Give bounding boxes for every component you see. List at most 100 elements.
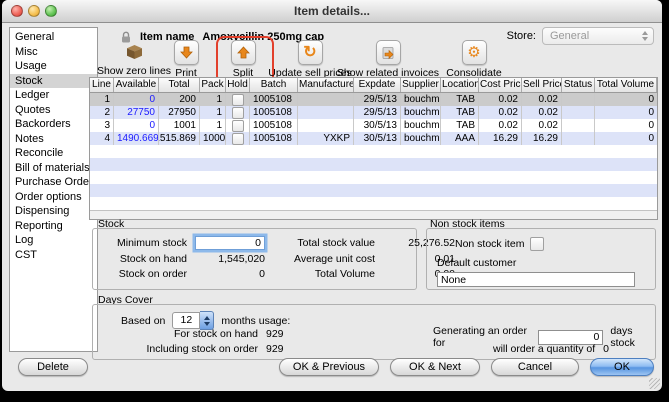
cell-manufacturer: YXKP bbox=[298, 132, 354, 145]
non-stock-item-label: Non stock item bbox=[455, 238, 524, 250]
including-stock-on-order-value: 929 bbox=[266, 343, 284, 355]
empty-row bbox=[90, 184, 657, 197]
window-title: Item details... bbox=[2, 0, 662, 22]
cell-batch: 1005108 bbox=[250, 93, 298, 106]
ok-button[interactable]: OK bbox=[590, 358, 654, 376]
sidebar-item-misc[interactable]: Misc bbox=[10, 45, 97, 60]
cell-batch: 1005108 bbox=[250, 106, 298, 119]
col-header-pack[interactable]: Pack bbox=[200, 78, 226, 92]
col-header-expdate[interactable]: Expdate bbox=[354, 78, 401, 92]
sidebar-item-cst[interactable]: CST bbox=[10, 248, 97, 263]
minimize-button[interactable] bbox=[28, 5, 40, 17]
tool-consolidate[interactable]: ⚙ Consolidate bbox=[434, 40, 514, 79]
col-header-available[interactable]: Available bbox=[114, 78, 159, 92]
resize-grip[interactable] bbox=[649, 378, 660, 389]
cell-manufacturer bbox=[298, 106, 354, 119]
default-customer-input[interactable] bbox=[437, 272, 635, 287]
table-row[interactable]: 3 0 1001 1 1005108 30/5/13 bouchm TAB 0.… bbox=[90, 119, 657, 132]
sidebar-item-notes[interactable]: Notes bbox=[10, 132, 97, 147]
col-header-total-volume[interactable]: Total Volume bbox=[595, 78, 657, 92]
cell-supplier: bouchm bbox=[401, 93, 441, 106]
ok-next-button[interactable]: OK & Next bbox=[390, 358, 480, 376]
refresh-icon: ↻ bbox=[298, 40, 323, 65]
sidebar-item-reconcile[interactable]: Reconcile bbox=[10, 146, 97, 161]
table-header-row: Line Available Total Pack Hold Batch Man… bbox=[90, 78, 657, 93]
box-icon bbox=[123, 40, 146, 63]
cell-pack: 1 bbox=[200, 106, 226, 119]
gear-icon: ⚙ bbox=[462, 40, 487, 65]
col-header-hold[interactable]: Hold bbox=[226, 78, 250, 92]
col-header-total[interactable]: Total bbox=[159, 78, 200, 92]
sidebar-item-quotes[interactable]: Quotes bbox=[10, 103, 97, 118]
stock-section-box: Minimum stock Total stock value 25,276.5… bbox=[92, 228, 417, 290]
sidebar-item-dispensing[interactable]: Dispensing bbox=[10, 204, 97, 219]
table-row[interactable]: 2 27750 27950 1 1005108 29/5/13 bouchm T… bbox=[90, 106, 657, 119]
zoom-button[interactable] bbox=[45, 5, 57, 17]
table-row[interactable]: 1 0 200 1 1005108 29/5/13 bouchm TAB 0.0… bbox=[90, 93, 657, 106]
cell-line: 4 bbox=[90, 132, 114, 145]
for-stock-on-hand-label: For stock on hand bbox=[93, 328, 258, 340]
cell-sell-price: 16.29 bbox=[522, 132, 562, 145]
sidebar-item-log[interactable]: Log bbox=[10, 233, 97, 248]
cell-pack: 1 bbox=[200, 93, 226, 106]
will-order-quantity-value: 0 bbox=[603, 343, 609, 355]
ok-previous-button[interactable]: OK & Previous bbox=[279, 358, 379, 376]
stock-on-hand-label: Stock on hand bbox=[101, 253, 187, 265]
col-header-sell-price[interactable]: Sell Price bbox=[522, 78, 562, 92]
sidebar-item-bill-of-materials[interactable]: Bill of materials bbox=[10, 161, 97, 176]
hold-checkbox[interactable] bbox=[232, 120, 244, 132]
close-button[interactable] bbox=[11, 5, 23, 17]
hold-checkbox[interactable] bbox=[232, 94, 244, 106]
tool-print[interactable]: Print bbox=[158, 40, 214, 79]
tool-show-related-invoices[interactable]: Show related invoices bbox=[329, 40, 447, 79]
days-cover-section-box: Based on 12 months usage: For stock on h… bbox=[92, 304, 656, 360]
sidebar-item-stock[interactable]: Stock bbox=[10, 74, 97, 89]
cell-cost-price: 0.02 bbox=[479, 119, 522, 132]
col-header-manufacturer[interactable]: Manufacturer bbox=[298, 78, 354, 92]
minimum-stock-input[interactable] bbox=[195, 236, 265, 250]
title-bar[interactable]: Item details... bbox=[2, 0, 662, 23]
sidebar-item-usage[interactable]: Usage bbox=[10, 59, 97, 74]
sidebar-item-ledger[interactable]: Ledger bbox=[10, 88, 97, 103]
col-header-batch[interactable]: Batch bbox=[250, 78, 298, 92]
sidebar-item-purchase-orders[interactable]: Purchase Orders bbox=[10, 175, 97, 190]
cell-cost-price: 0.02 bbox=[479, 106, 522, 119]
total-volume-label: Total Volume bbox=[273, 268, 375, 280]
including-stock-on-order-label: Including stock on order bbox=[93, 343, 258, 355]
cell-location: TAB bbox=[441, 106, 479, 119]
col-header-status[interactable]: Status bbox=[562, 78, 595, 92]
cell-total-volume: 0 bbox=[595, 93, 657, 106]
sidebar-item-general[interactable]: General bbox=[10, 30, 97, 45]
delete-button[interactable]: Delete bbox=[18, 358, 88, 376]
store-select[interactable]: General bbox=[542, 27, 654, 45]
hold-checkbox[interactable] bbox=[232, 107, 244, 119]
cell-hold bbox=[226, 106, 250, 119]
non-stock-item-checkbox[interactable] bbox=[530, 237, 544, 251]
cell-sell-price: 0.02 bbox=[522, 106, 562, 119]
cell-available: 0 bbox=[114, 93, 159, 106]
hold-checkbox[interactable] bbox=[232, 133, 244, 145]
cell-expdate: 30/5/13 bbox=[354, 119, 401, 132]
empty-row bbox=[90, 171, 657, 184]
cell-available: 1490.669 bbox=[114, 132, 159, 145]
table-row[interactable]: 4 1490.669 1515.869 1000 1005108 YXKP 30… bbox=[90, 132, 657, 145]
sidebar-item-reporting[interactable]: Reporting bbox=[10, 219, 97, 234]
col-header-location[interactable]: Location bbox=[441, 78, 479, 92]
cell-line: 3 bbox=[90, 119, 114, 132]
horizontal-scrollbar[interactable] bbox=[90, 210, 657, 219]
sidebar-item-backorders[interactable]: Backorders bbox=[10, 117, 97, 132]
cell-status bbox=[562, 93, 595, 106]
col-header-line[interactable]: Line bbox=[90, 78, 114, 92]
col-header-cost-price[interactable]: Cost Price bbox=[479, 78, 522, 92]
print-arrow-icon bbox=[174, 40, 199, 65]
cell-cost-price: 0.02 bbox=[479, 93, 522, 106]
cell-available: 27750 bbox=[114, 106, 159, 119]
cancel-button[interactable]: Cancel bbox=[491, 358, 579, 376]
will-order-quantity-label: will order a quantity of bbox=[493, 343, 595, 355]
traffic-lights bbox=[11, 5, 57, 17]
total-stock-value-label: Total stock value bbox=[273, 237, 375, 249]
sidebar-item-order-options[interactable]: Order options bbox=[10, 190, 97, 205]
col-header-supplier[interactable]: Supplier bbox=[401, 78, 441, 92]
cell-expdate: 29/5/13 bbox=[354, 93, 401, 106]
cell-hold bbox=[226, 93, 250, 106]
